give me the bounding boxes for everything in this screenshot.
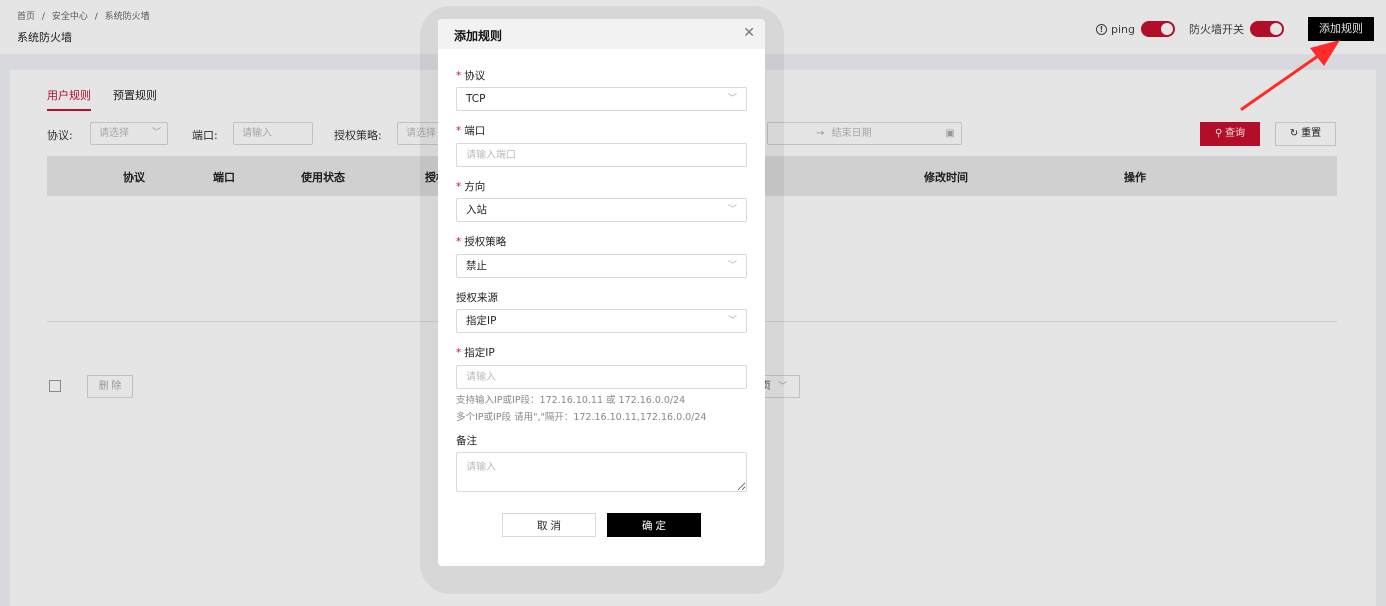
arrow-head xyxy=(1310,40,1340,66)
confirm-button[interactable]: 确 定 xyxy=(607,513,701,537)
protocol-label: * 协议 xyxy=(456,68,485,83)
chevron-down-icon: ﹀ xyxy=(727,316,737,326)
dialog-title: 添加规则 xyxy=(454,29,503,43)
required-mark: * xyxy=(456,236,462,248)
chevron-down-icon: ﹀ xyxy=(727,261,737,271)
policy-select[interactable]: 禁止 ﹀ xyxy=(456,254,747,278)
ip-hint-single: 支持输入IP或IP段：172.16.10.11 或 172.16.0.0/24 xyxy=(456,395,686,406)
port-label: * 端口 xyxy=(456,123,485,138)
direction-label-text: 方向 xyxy=(464,181,486,193)
port-label-text: 端口 xyxy=(464,125,486,137)
remark-textarea[interactable] xyxy=(456,452,747,492)
chevron-down-icon: ﹀ xyxy=(727,94,737,104)
protocol-value: TCP xyxy=(466,93,486,105)
policy-label-text: 授权策略 xyxy=(464,236,507,248)
policy-label: * 授权策略 xyxy=(456,234,506,249)
ip-input[interactable] xyxy=(456,365,747,389)
required-mark: * xyxy=(456,347,462,359)
required-mark: * xyxy=(456,70,462,82)
close-icon[interactable]: ✕ xyxy=(743,26,755,40)
port-input[interactable] xyxy=(456,143,747,167)
remark-label: 备注 xyxy=(456,435,477,447)
protocol-label-text: 协议 xyxy=(464,70,486,82)
direction-select[interactable]: 入站 ﹀ xyxy=(456,198,747,222)
protocol-select[interactable]: TCP ﹀ xyxy=(456,87,747,111)
cancel-button[interactable]: 取 消 xyxy=(502,513,596,537)
direction-value: 入站 xyxy=(466,204,487,216)
ip-label: * 指定IP xyxy=(456,345,495,360)
ip-label-text: 指定IP xyxy=(464,347,495,359)
arrow-shaft xyxy=(1240,54,1320,111)
source-value: 指定IP xyxy=(466,315,497,327)
source-select[interactable]: 指定IP ﹀ xyxy=(456,309,747,333)
source-label: 授权来源 xyxy=(456,292,498,304)
direction-label: * 方向 xyxy=(456,179,485,194)
dialog-header: 添加规则 ✕ xyxy=(438,19,765,49)
add-rule-dialog: 添加规则 ✕ *协议 TCP ﹀ *端口 *方向 入站 ﹀ *授权策略 禁止 ﹀… xyxy=(438,19,765,566)
required-mark: * xyxy=(456,181,462,193)
required-mark: * xyxy=(456,125,462,137)
policy-value: 禁止 xyxy=(466,260,487,272)
ip-hint-multiple: 多个IP或IP段 请用","隔开：172.16.10.11,172.16.0.0… xyxy=(456,412,707,423)
chevron-down-icon: ﹀ xyxy=(727,205,737,215)
arrow-annotation-icon xyxy=(1240,40,1340,111)
